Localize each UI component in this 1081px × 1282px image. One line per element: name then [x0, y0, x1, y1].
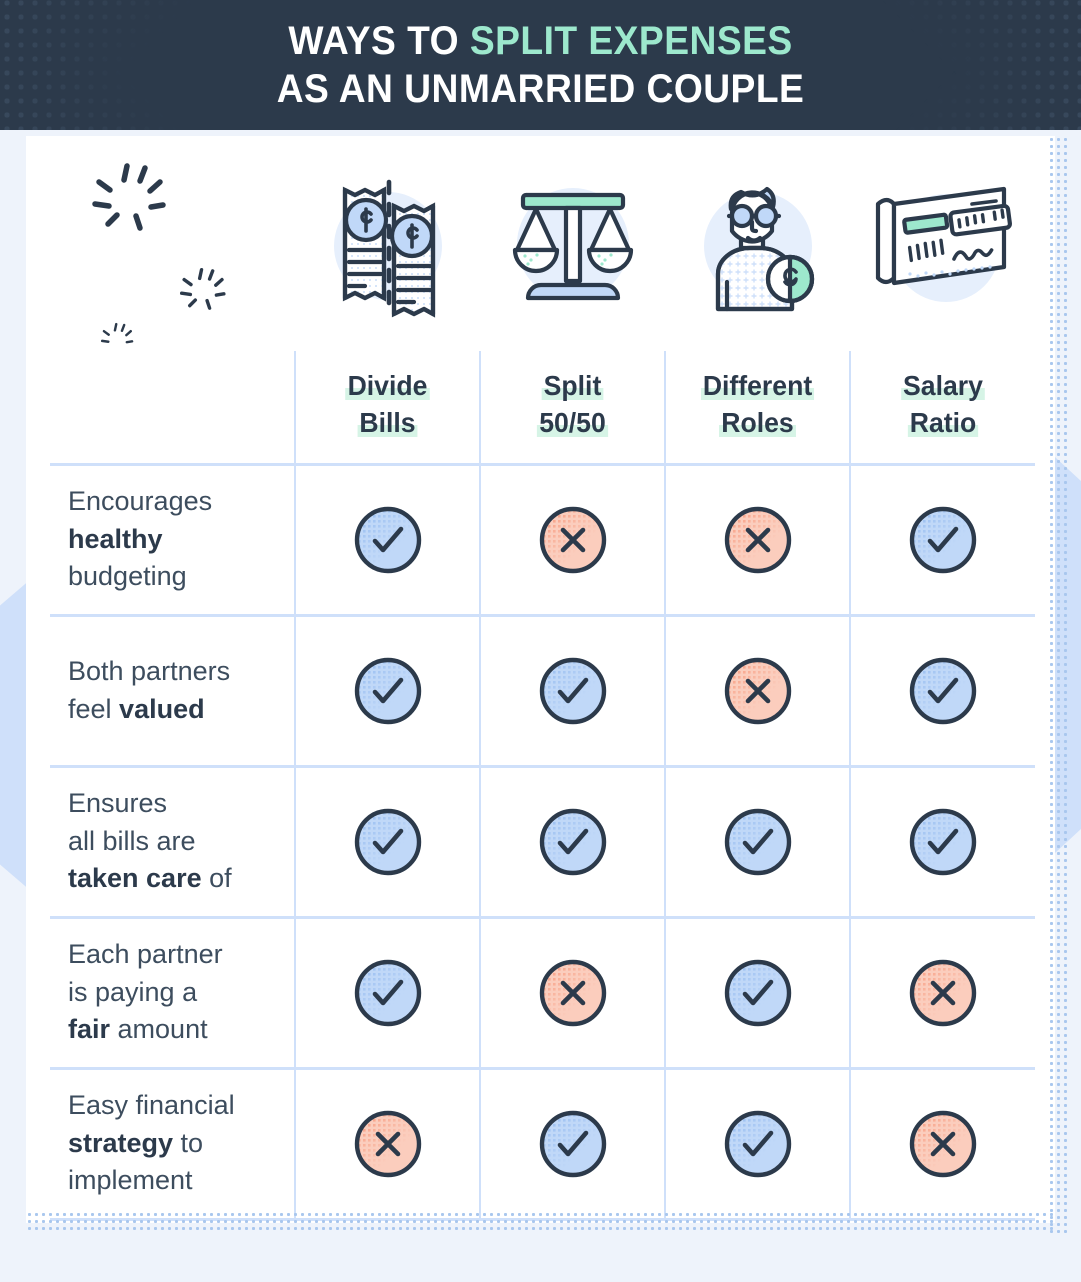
infographic-page: WAYS TO SPLIT EXPENSES AS AN UNMARRIED C… — [0, 0, 1081, 1282]
halftone-edge-bottom — [26, 1211, 1055, 1233]
column-header-line1: Different — [700, 369, 815, 401]
paycheck-icon — [875, 186, 1012, 302]
check-mark-icon — [724, 959, 791, 1026]
title-line-1-accent: SPLIT EXPENSES — [469, 19, 793, 63]
column-header-line1: Divide — [345, 369, 430, 401]
cross-mark-icon — [354, 1110, 421, 1177]
check-mark-icon — [354, 959, 421, 1026]
column-header-line2: 50/50 — [537, 406, 608, 438]
row-label-both-partners-valued: Both partners feel valued — [50, 613, 295, 766]
check-mark-icon — [539, 808, 606, 875]
check-mark-icon — [354, 506, 421, 573]
column-icon-different-roles — [665, 136, 850, 351]
title-line-1-plain: WAYS TO — [288, 19, 470, 63]
column-header-line1: Salary — [901, 369, 985, 401]
comparison-card: Divide Bills Split 50/50 Different Roles… — [26, 136, 1055, 1279]
cell-all-bills-taken-care-of-salary-ratio — [849, 764, 1035, 917]
column-header-line2: Roles — [719, 406, 796, 438]
cell-fair-amount-divide-bills — [294, 915, 480, 1068]
page-header: WAYS TO SPLIT EXPENSES AS AN UNMARRIED C… — [0, 0, 1081, 130]
column-header-salary-ratio: Salary Ratio — [849, 351, 1035, 464]
column-header-line2: Bills — [357, 406, 418, 438]
row-label-all-bills-taken-care-of: Ensures all bills are taken care of — [50, 764, 295, 917]
person-with-coin-icon — [703, 186, 814, 311]
cell-all-bills-taken-care-of-divide-bills — [294, 764, 480, 917]
column-icon-salary-ratio — [850, 136, 1035, 351]
column-header-different-roles: Different Roles — [664, 351, 850, 464]
check-mark-icon — [909, 808, 977, 875]
column-icon-split-5050 — [480, 136, 665, 351]
sparkle-burst-icon — [91, 162, 226, 343]
cell-all-bills-taken-care-of-split-5050 — [479, 764, 665, 917]
cell-healthy-budgeting-split-5050 — [479, 462, 665, 615]
cell-fair-amount-different-roles — [664, 915, 850, 1068]
column-header-split-5050: Split 50/50 — [479, 351, 665, 464]
cross-mark-icon — [539, 506, 606, 573]
corner-cell — [50, 351, 295, 464]
cross-mark-icon — [909, 1110, 977, 1177]
cell-all-bills-taken-care-of-different-roles — [664, 764, 850, 917]
title-line-1: WAYS TO SPLIT EXPENSES — [38, 17, 1043, 65]
column-header-divide-bills: Divide Bills — [294, 351, 480, 464]
cell-healthy-budgeting-salary-ratio — [849, 462, 1035, 615]
cross-mark-icon — [724, 506, 791, 573]
cell-fair-amount-split-5050 — [479, 915, 665, 1068]
cell-easy-strategy-divide-bills — [294, 1066, 480, 1219]
cross-mark-icon — [539, 959, 606, 1026]
balance-scale-icon — [512, 187, 633, 300]
cell-healthy-budgeting-different-roles — [664, 462, 850, 615]
cell-easy-strategy-split-5050 — [479, 1066, 665, 1219]
check-mark-icon — [724, 1110, 791, 1177]
cross-mark-icon — [724, 657, 791, 724]
cell-healthy-budgeting-divide-bills — [294, 462, 480, 615]
row-label-healthy-budgeting: Encourages healthy budgeting — [50, 462, 295, 615]
table-row: Ensures all bills are taken care of — [50, 764, 1035, 917]
comparison-table: Divide Bills Split 50/50 Different Roles… — [50, 351, 1035, 1279]
page-title: WAYS TO SPLIT EXPENSES AS AN UNMARRIED C… — [38, 0, 1043, 113]
column-header-line1: Split — [541, 369, 604, 401]
check-mark-icon — [539, 657, 606, 724]
table-body: Encourages healthy budgeting Both partners f… — [50, 462, 1035, 1279]
halftone-edge-right — [1048, 136, 1070, 1233]
cell-both-partners-valued-divide-bills — [294, 613, 480, 766]
cell-easy-strategy-different-roles — [664, 1066, 850, 1219]
table-row: Easy financial strategy to implement — [50, 1066, 1035, 1219]
check-mark-icon — [909, 657, 977, 724]
column-header-line2: Ratio — [907, 406, 979, 438]
cross-mark-icon — [909, 959, 977, 1026]
table-header-row: Divide Bills Split 50/50 Different Roles… — [50, 351, 1035, 464]
check-mark-icon — [539, 1110, 606, 1177]
icon-row — [26, 136, 1055, 351]
table-row: Each partner is paying a fair amount — [50, 915, 1035, 1068]
check-mark-icon — [354, 657, 421, 724]
cell-both-partners-valued-different-roles — [664, 613, 850, 766]
cell-both-partners-valued-split-5050 — [479, 613, 665, 766]
cell-fair-amount-salary-ratio — [849, 915, 1035, 1068]
sparkle-decoration-cell — [50, 136, 295, 351]
cell-easy-strategy-salary-ratio — [849, 1066, 1035, 1219]
row-label-fair-amount: Each partner is paying a fair amount — [50, 915, 295, 1068]
check-mark-icon — [724, 808, 791, 875]
check-mark-icon — [909, 506, 977, 573]
table-row: Both partners feel valued — [50, 613, 1035, 766]
split-bill-icon — [333, 179, 442, 318]
table-row: Encourages healthy budgeting — [50, 462, 1035, 615]
column-icon-divide-bills — [295, 136, 480, 351]
check-mark-icon — [354, 808, 421, 875]
cell-both-partners-valued-salary-ratio — [849, 613, 1035, 766]
row-label-easy-strategy: Easy financial strategy to implement — [50, 1066, 295, 1219]
title-line-2: AS AN UNMARRIED COUPLE — [276, 67, 805, 111]
